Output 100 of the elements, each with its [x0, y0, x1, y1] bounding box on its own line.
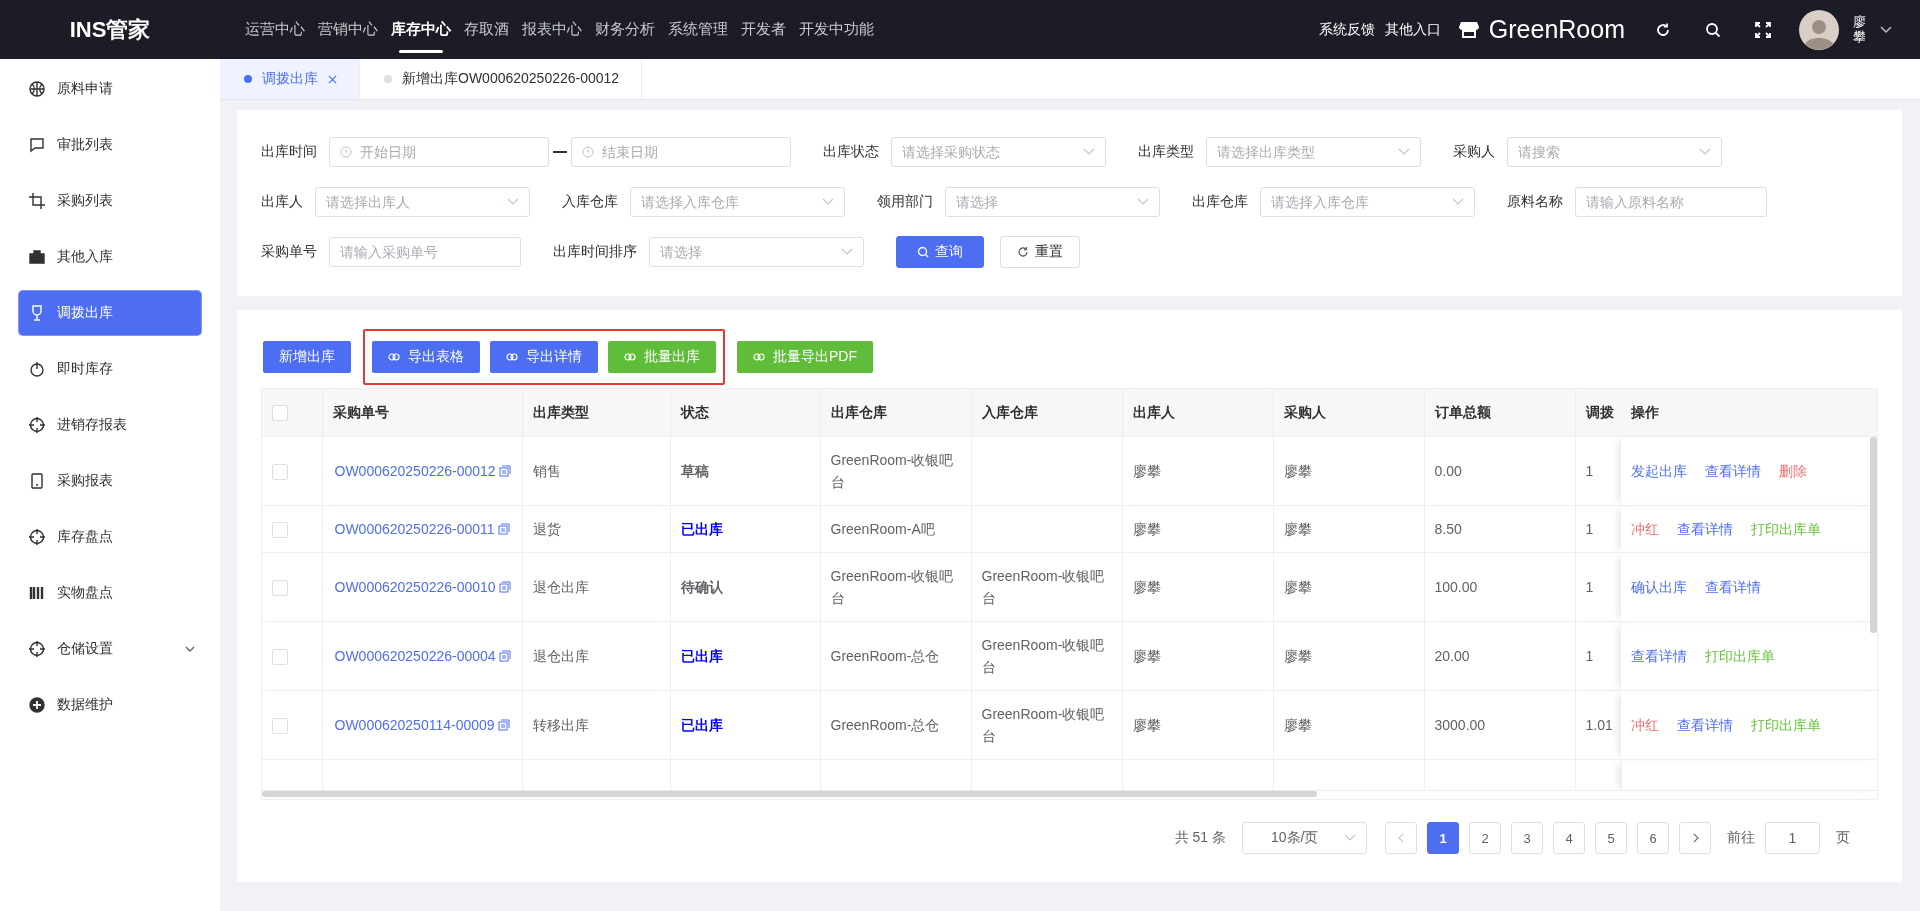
action-link[interactable]: 查看详情: [1631, 648, 1687, 664]
select-field[interactable]: 请选择: [945, 187, 1160, 217]
action-link[interactable]: 确认出库: [1631, 579, 1687, 595]
checkbox[interactable]: [272, 464, 288, 481]
checkbox[interactable]: [272, 580, 288, 597]
page-tab[interactable]: 调拨出库: [220, 59, 360, 99]
page-button[interactable]: 2: [1469, 822, 1501, 854]
link-icon: [388, 351, 400, 363]
refresh-icon[interactable]: [1655, 21, 1671, 38]
sidebar-item[interactable]: 调拨出库: [19, 291, 201, 335]
close-icon[interactable]: [328, 74, 337, 84]
target-icon: [29, 529, 45, 545]
table-cell: 廖攀: [1122, 436, 1273, 506]
nav-tab[interactable]: 开发者: [741, 0, 786, 59]
page-tab[interactable]: 新增出库OW000620250226-00012: [360, 59, 643, 99]
select-field[interactable]: 请搜索: [1507, 137, 1722, 167]
select-field[interactable]: 请选择出库人: [315, 187, 530, 217]
fullscreen-icon[interactable]: [1755, 21, 1771, 38]
copy-icon[interactable]: [498, 650, 511, 662]
nav-tab[interactable]: 运营中心: [245, 0, 305, 59]
briefcase-icon: [29, 249, 45, 265]
nav-tab[interactable]: 财务分析: [595, 0, 655, 59]
action-button[interactable]: 导出详情: [490, 341, 598, 373]
search-icon[interactable]: [1705, 21, 1721, 38]
action-button[interactable]: 导出表格: [372, 341, 480, 373]
table-cell: 1: [1575, 505, 1621, 553]
sidebar-item[interactable]: 仓储设置: [19, 627, 201, 671]
checkbox[interactable]: [272, 405, 288, 422]
action-link[interactable]: 查看详情: [1677, 521, 1733, 537]
sidebar-item[interactable]: 其他入库: [19, 235, 201, 279]
vertical-scrollbar[interactable]: [1870, 437, 1877, 633]
reset-button[interactable]: 重置: [1000, 236, 1080, 268]
action-link[interactable]: 查看详情: [1705, 579, 1761, 595]
checkbox[interactable]: [272, 649, 288, 666]
order-link[interactable]: OW000620250226-00004: [334, 648, 496, 664]
order-link[interactable]: OW000620250226-00011: [334, 521, 495, 537]
column-header: 操作: [1621, 389, 1877, 437]
clock-icon: [340, 146, 352, 158]
nav-tab[interactable]: 营销中心: [318, 0, 378, 59]
cup-icon: [29, 305, 45, 321]
header-link[interactable]: 其他入口: [1384, 20, 1441, 39]
nav-tab[interactable]: 库存中心: [391, 0, 451, 59]
sidebar-item[interactable]: 审批列表: [19, 123, 201, 167]
header-link[interactable]: 系统反馈: [1318, 20, 1375, 39]
checkbox[interactable]: [272, 718, 288, 735]
page-button[interactable]: 6: [1637, 822, 1669, 854]
table-cell: 廖攀: [1122, 552, 1273, 622]
select-field[interactable]: 请选择采购状态: [891, 137, 1106, 167]
action-link[interactable]: 查看详情: [1705, 463, 1761, 479]
action-link[interactable]: 查看详情: [1677, 717, 1733, 733]
order-link[interactable]: OW000620250114-00009: [334, 717, 495, 733]
action-link[interactable]: 发起出库: [1631, 463, 1687, 479]
sidebar-item[interactable]: 数据维护: [19, 683, 201, 727]
table-cell: 1: [1575, 436, 1621, 506]
select-field[interactable]: 请选择入库仓库: [630, 187, 845, 217]
action-button[interactable]: 新增出库: [263, 341, 351, 373]
table-cell: 退货: [522, 505, 670, 553]
table-cell: GreenRoom-收银吧台: [971, 552, 1122, 622]
sidebar-item[interactable]: 即时库存: [19, 347, 201, 391]
nav-tab[interactable]: 存取酒: [464, 0, 509, 59]
copy-icon[interactable]: [497, 523, 510, 535]
page-button[interactable]: 4: [1553, 822, 1585, 854]
page-button[interactable]: 3: [1511, 822, 1543, 854]
nav-tab[interactable]: 系统管理: [668, 0, 728, 59]
checkbox[interactable]: [272, 522, 288, 539]
filter-label: 出库仓库: [1192, 193, 1248, 211]
column-header: 采购人: [1273, 389, 1424, 437]
sidebar-item[interactable]: 进销存报表: [19, 403, 201, 447]
sidebar-item[interactable]: 采购列表: [19, 179, 201, 223]
input-field[interactable]: 请输入原料名称: [1575, 187, 1767, 217]
page-button[interactable]: 1: [1427, 822, 1459, 854]
sidebar-item[interactable]: 原料申请: [19, 67, 201, 111]
sidebar-item[interactable]: 采购报表: [19, 459, 201, 503]
select-field[interactable]: 请选择: [649, 237, 864, 267]
store-icon: [1458, 20, 1479, 39]
page-size-select[interactable]: 10条/页: [1242, 822, 1367, 854]
copy-icon[interactable]: [498, 581, 511, 593]
user-name[interactable]: 廖攀: [1853, 15, 1866, 44]
input-field[interactable]: 请输入采购单号: [329, 237, 521, 267]
avatar[interactable]: [1799, 9, 1839, 50]
copy-icon[interactable]: [498, 465, 511, 477]
page-button[interactable]: 5: [1595, 822, 1627, 854]
copy-icon[interactable]: [497, 719, 510, 731]
sidebar-item[interactable]: 实物盘点: [19, 571, 201, 615]
nav-tab[interactable]: 开发中功能: [799, 0, 874, 59]
horizontal-scrollbar[interactable]: [262, 791, 1317, 797]
sidebar-item[interactable]: 库存盘点: [19, 515, 201, 559]
table-cell: 8.50: [1424, 505, 1575, 553]
select-field[interactable]: 请选择入库仓库: [1260, 187, 1475, 217]
search-button[interactable]: 查询: [896, 236, 984, 268]
table-cell: 销售: [522, 436, 670, 506]
select-field[interactable]: 请选择出库类型: [1206, 137, 1421, 167]
order-link[interactable]: OW000620250226-00010: [334, 579, 496, 595]
column-header: 出库人: [1122, 389, 1273, 437]
order-link[interactable]: OW000620250226-00012: [334, 463, 496, 479]
date-field[interactable]: 结束日期: [571, 137, 791, 167]
page-input[interactable]: 1: [1765, 822, 1820, 854]
nav-tab[interactable]: 报表中心: [522, 0, 582, 59]
date-field[interactable]: 开始日期: [329, 137, 549, 167]
chevron-down-icon[interactable]: [1880, 25, 1892, 34]
